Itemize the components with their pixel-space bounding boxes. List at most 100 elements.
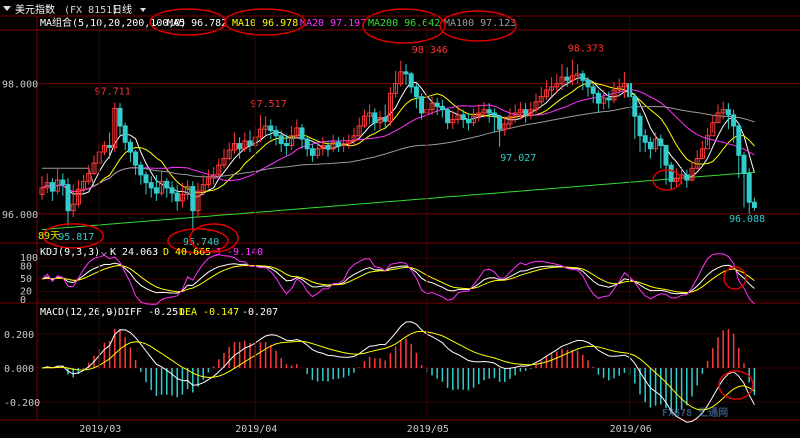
candle-body [164, 180, 170, 189]
candle-body [283, 143, 289, 147]
candle-body [133, 151, 139, 166]
candle-body [169, 187, 175, 194]
kdj-k-value: K 24.063 [110, 247, 158, 258]
candle-body [486, 109, 492, 114]
chart-window: 美元指数 (FX 8151) 日线 MA组合(5,10,20,200,100,0… [0, 0, 800, 438]
candle-body [403, 71, 409, 75]
macd-histogram [46, 328, 756, 414]
candle-body [751, 201, 757, 208]
macd-lines [41, 321, 755, 423]
macd-diff-line [41, 321, 755, 423]
candle-body [299, 127, 305, 140]
candle-body [439, 105, 445, 111]
candle-body [434, 102, 440, 107]
candle-body [138, 164, 144, 176]
period-label[interactable]: 日线 [112, 3, 132, 16]
ma-line-ma100 [42, 105, 755, 187]
price-annotation: 97.517 [251, 99, 287, 110]
highlight-circle [723, 266, 747, 290]
candle-body [382, 116, 388, 122]
candle-body [595, 92, 601, 104]
price-annotation: 98.373 [568, 43, 604, 54]
time-tick-label: 2019/03 [79, 424, 121, 435]
ma-line-ma200 [41, 171, 755, 231]
candlestick-series [39, 59, 757, 231]
price-tick-label: 96.000 [2, 210, 38, 221]
candle-body [564, 76, 570, 81]
candle-body [273, 130, 279, 137]
candle-body [580, 73, 586, 81]
candle-body [647, 141, 653, 150]
candle-body [491, 112, 497, 117]
watermark: FX678 汇通网 [662, 406, 728, 419]
macd-dropdown-icon[interactable]: ⌵ [107, 307, 113, 318]
candle-body [590, 86, 596, 94]
ma100-legend: MA100 97.123 [444, 18, 516, 29]
menu-triangle-icon[interactable] [3, 6, 11, 11]
price-annotation: 96.088 [729, 214, 765, 225]
bars-count-label: 89天 [38, 231, 60, 242]
candle-body [127, 141, 133, 153]
macd-tick-label: 0.000 [4, 364, 34, 375]
candle-body [725, 109, 731, 116]
candle-body [190, 186, 196, 212]
candle-body [445, 109, 451, 124]
candle-body [632, 96, 638, 117]
kdj-tick-label: 50 [20, 274, 32, 285]
candle-body [408, 73, 414, 88]
price-annotation: 97.027 [500, 153, 536, 164]
period-dropdown-icon[interactable] [140, 8, 146, 12]
candle-body [460, 114, 466, 120]
price-annotation: 98.346 [412, 45, 448, 56]
candle-body [606, 97, 612, 101]
candle-body [325, 145, 331, 150]
candle-body [413, 86, 419, 98]
kdj-d-value: D 40.665 [163, 247, 211, 258]
candle-body [335, 141, 341, 147]
candle-body [49, 182, 55, 192]
highlight-circle [718, 370, 754, 400]
macd-diff-value: DIFF -0.251 [118, 307, 184, 318]
price-annotation: 95.817 [58, 232, 94, 243]
candle-body [637, 115, 643, 137]
candle-body [741, 154, 747, 175]
symbol-code: (FX 8151) [64, 5, 118, 16]
candle-body [237, 143, 243, 150]
candle-body [117, 107, 123, 127]
candle-body [107, 145, 113, 148]
kdj-tick-label: 80 [20, 261, 32, 272]
kdj-label[interactable]: KDJ(9,3,3) [40, 247, 100, 258]
macd-legend: MACD(12,26,9) ⌵ DIFF -0.251 DEA -0.147 -… [40, 307, 278, 318]
ma5-legend: MA5 96.782 [167, 18, 227, 29]
candle-body [465, 118, 471, 124]
stock-chart-canvas[interactable]: 美元指数 (FX 8151) 日线 MA组合(5,10,20,200,100,0… [0, 0, 800, 438]
candle-body [304, 138, 310, 150]
candle-body [736, 125, 742, 156]
price-annotation: 97.711 [95, 86, 131, 97]
candle-body [65, 184, 71, 212]
candle-body [278, 135, 284, 145]
ma10-legend: MA10 96.978 [232, 18, 298, 29]
candle-body [497, 115, 503, 130]
candle-body [746, 173, 752, 203]
candle-body [663, 145, 669, 166]
candle-body [60, 179, 66, 186]
macd-tick-label: 0.200 [4, 330, 34, 341]
candle-body [268, 125, 274, 132]
candle-body [523, 109, 529, 116]
time-tick-label: 2019/05 [407, 424, 449, 435]
time-tick-label: 2019/04 [235, 424, 277, 435]
candle-body [658, 138, 664, 147]
symbol-name: 美元指数 [15, 3, 55, 16]
candle-body [372, 112, 378, 124]
macd-axis: 0.200 0.000 -0.200 [4, 330, 800, 409]
macd-value: -0.207 [242, 307, 278, 318]
candle-body [668, 164, 674, 182]
candle-body [684, 174, 690, 181]
kdj-j-value: J -9.140 [215, 247, 263, 258]
ma-group-label[interactable]: MA组合(5,10,20,200,100,0) [40, 16, 186, 29]
candle-body [585, 79, 591, 88]
candle-body [122, 125, 128, 143]
candle-body [731, 114, 737, 127]
kdj-k-line [41, 262, 755, 295]
